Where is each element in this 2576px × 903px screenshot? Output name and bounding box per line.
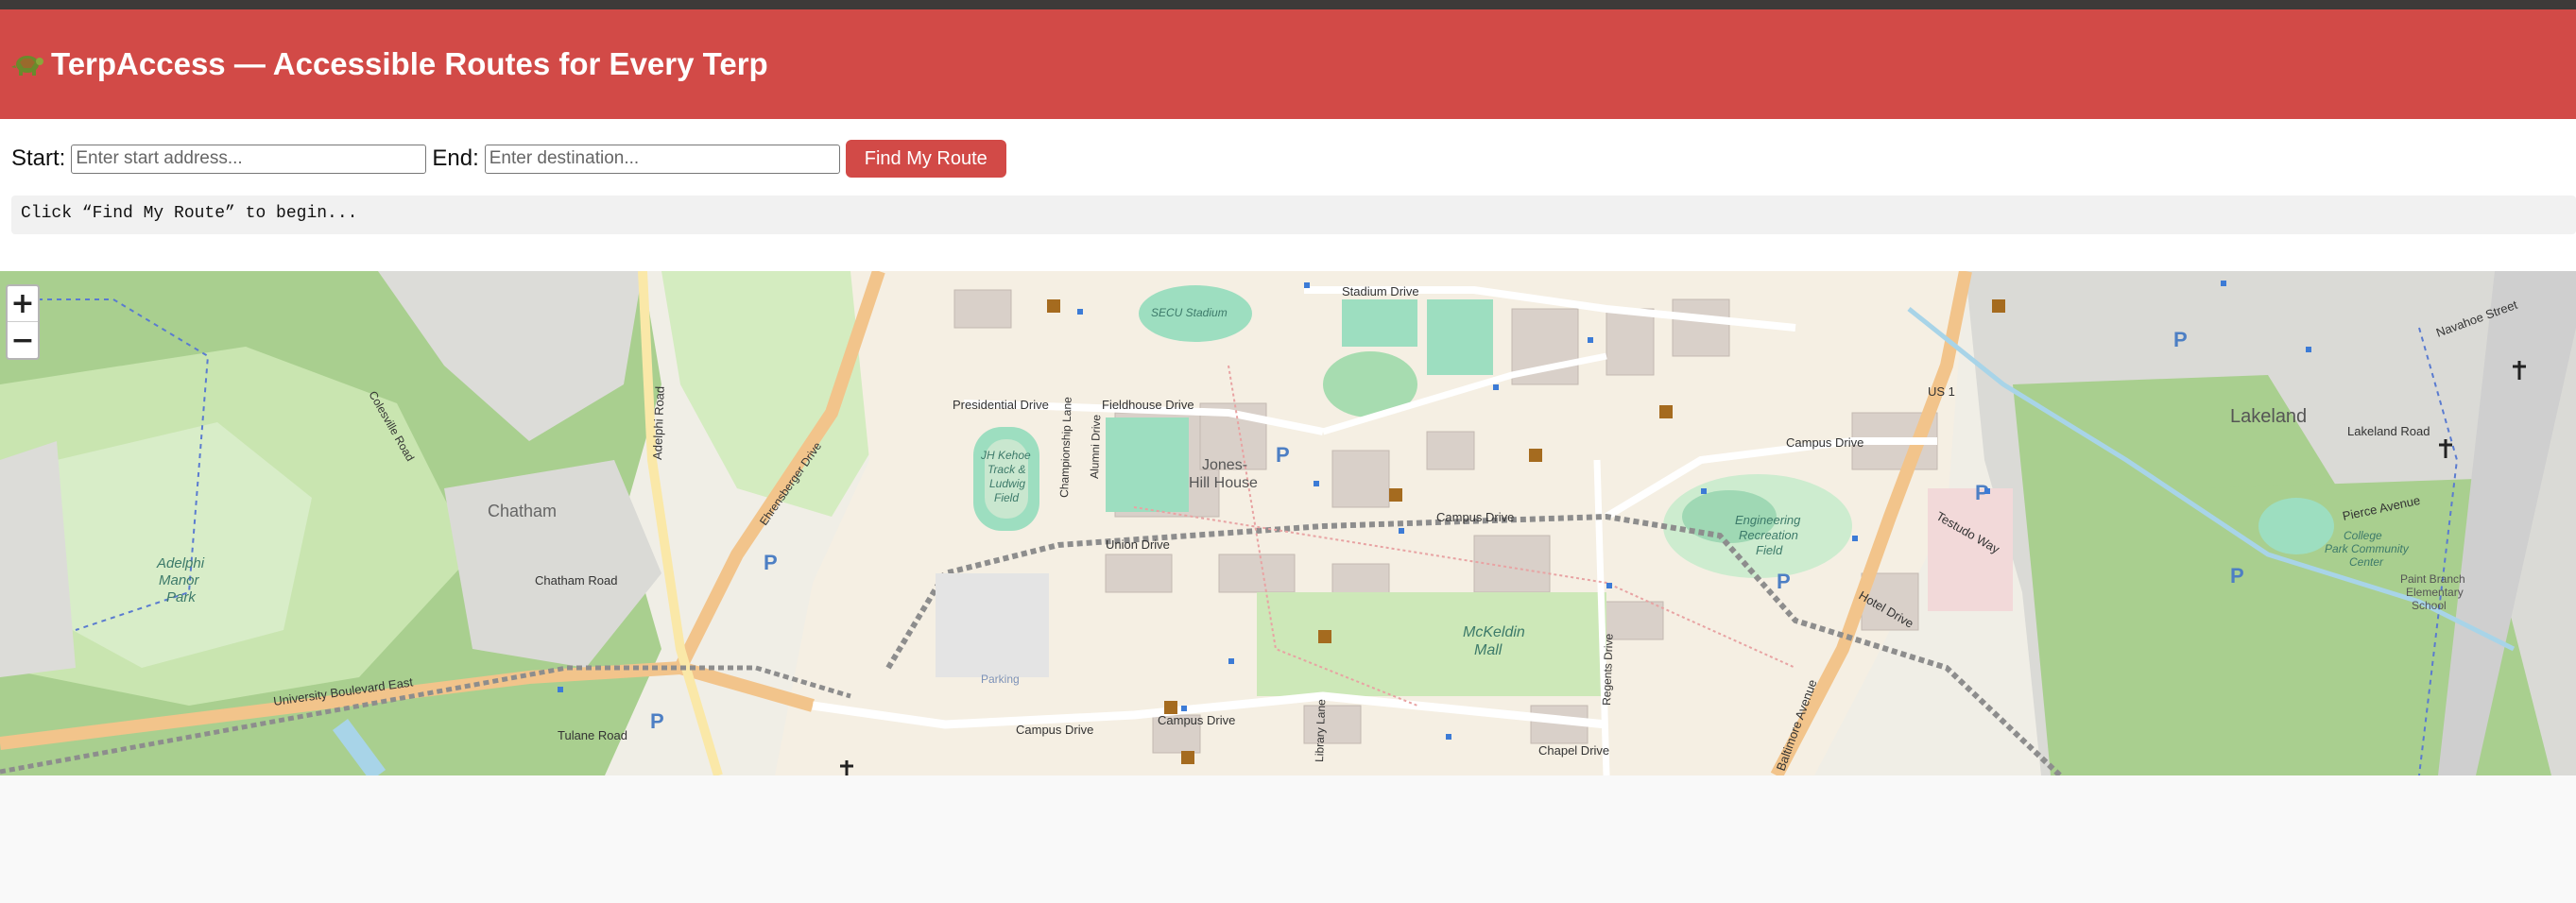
map-label-adelphi-1: Adelphi [156, 555, 205, 571]
map-label-engineering-1: Engineering [1735, 513, 1801, 527]
start-address-input[interactable] [71, 144, 427, 174]
map-label-kehoe-3: Ludwig [989, 477, 1025, 490]
map-label-mckeldin-2: Mall [1474, 642, 1503, 658]
map-label-cpcc-1: College [2344, 529, 2382, 542]
map-label-jones-hill-2: Hill House [1189, 475, 1258, 491]
map-label-lakeland: Lakeland [2230, 406, 2307, 427]
route-form: Start: End: Find My Route [11, 140, 1006, 178]
map-label-jones-hill-1: Jones- [1202, 457, 1247, 473]
map-label-kehoe-1: JH Kehoe [980, 449, 1031, 462]
map-label-chatham-road: Chatham Road [535, 573, 617, 588]
map-label-union-drive: Union Drive [1106, 537, 1170, 552]
map-label-kehoe-4: Field [994, 491, 1019, 504]
map-label-regents-drive: Regents Drive [1600, 633, 1616, 706]
map-label-campus-drive-1: Campus Drive [1436, 510, 1514, 524]
map-label-fieldhouse-drive: Fieldhouse Drive [1102, 398, 1194, 412]
zoom-control: + − [6, 284, 40, 360]
map-label-us1: US 1 [1928, 384, 1955, 399]
map-label-adelphi-road: Adelphi Road [650, 386, 667, 461]
find-route-button[interactable]: Find My Route [845, 140, 1006, 178]
route-panel: Start: End: Find My Route Click “Find My… [0, 119, 2576, 271]
parking-marker-1: P [764, 551, 778, 574]
map-label-chapel-drive: Chapel Drive [1538, 743, 1609, 758]
map-label-parking: Parking [981, 673, 1020, 686]
start-label: Start: [11, 145, 66, 171]
map-label-engineering-3: Field [1756, 543, 1783, 557]
map-label-engineering-2: Recreation [1739, 528, 1798, 542]
map-label-campus-drive-2: Campus Drive [1158, 713, 1235, 727]
map-label-paint-branch-2: Elementary [2406, 586, 2464, 599]
map-label-library-lane: Library Lane [1313, 699, 1328, 762]
map-label-cpcc-2: Park Community [2325, 542, 2410, 555]
end-label: End: [432, 145, 479, 171]
map-label-chatham: Chatham [488, 502, 557, 520]
map-label-mckeldin-1: McKeldin [1463, 624, 1525, 640]
window-top-strip [0, 0, 2576, 9]
map-label-adelphi-3: Park [166, 589, 197, 605]
map-label-kehoe-2: Track & [987, 463, 1025, 476]
map-label-alumni-drive: Alumni Drive [1088, 414, 1103, 479]
map-tiles[interactable]: Stadium Drive SECU Stadium Presidential … [0, 271, 2576, 775]
map-label-paint-branch-1: Paint Branch [2400, 572, 2465, 586]
map-label-presidential-drive: Presidential Drive [953, 398, 1049, 412]
map-label-tulane-road: Tulane Road [558, 728, 627, 742]
map-label-campus-drive-4: Campus Drive [1786, 435, 1863, 450]
parking-marker-7: P [650, 709, 664, 733]
destination-input[interactable] [484, 144, 840, 174]
parking-marker-3: P [1777, 570, 1791, 593]
turtle-icon [11, 48, 45, 80]
parking-marker-5: P [2173, 328, 2188, 351]
map-label-stadium-drive: Stadium Drive [1342, 284, 1419, 298]
zoom-out-button[interactable]: − [8, 322, 38, 358]
parking-marker-2: P [1276, 443, 1290, 467]
campus-map[interactable]: Stadium Drive SECU Stadium Presidential … [0, 271, 2576, 775]
map-label-lakeland-road: Lakeland Road [2347, 424, 2430, 438]
map-label-adelphi-2: Manor [159, 572, 200, 588]
zoom-in-button[interactable]: + [8, 286, 38, 322]
map-label-secu-stadium: SECU Stadium [1151, 306, 1228, 319]
page-footer-space [0, 775, 2576, 903]
map-label-paint-branch-3: School [2412, 599, 2447, 612]
map-label-campus-drive-3: Campus Drive [1016, 723, 1093, 737]
page-title: TerpAccess — Accessible Routes for Every… [11, 46, 768, 82]
page-title-text: TerpAccess — Accessible Routes for Every… [51, 46, 768, 81]
parking-marker-6: P [2230, 564, 2244, 588]
map-label-cpcc-3: Center [2349, 555, 2384, 569]
app-header: TerpAccess — Accessible Routes for Every… [0, 9, 2576, 119]
status-output: Click “Find My Route” to begin... [11, 196, 2576, 234]
